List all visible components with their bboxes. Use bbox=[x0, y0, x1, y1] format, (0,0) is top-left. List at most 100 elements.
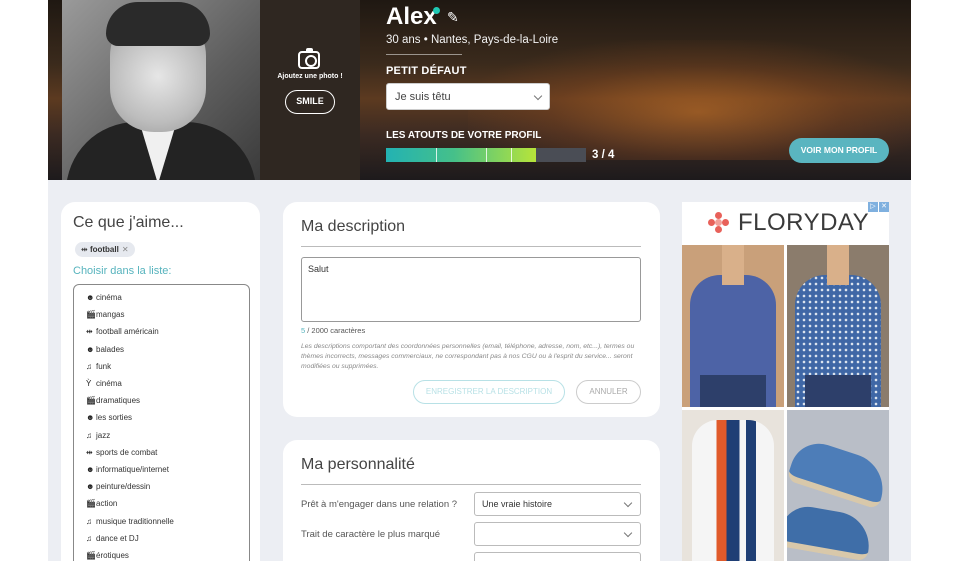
smile-button[interactable]: SMILE bbox=[285, 90, 335, 114]
profile-photo[interactable] bbox=[62, 0, 260, 180]
remove-tag-icon[interactable]: ✕ bbox=[122, 245, 129, 254]
music-note-icon: ♫ bbox=[86, 430, 92, 440]
list-item[interactable]: ☻ informatique/internet bbox=[86, 465, 169, 479]
profile-name: Alex bbox=[386, 3, 437, 30]
add-photo-panel: Ajoutez une photo ! SMILE bbox=[260, 0, 360, 180]
smiley-icon: ☻ bbox=[86, 344, 95, 354]
personality-title: Ma personnalité bbox=[301, 456, 415, 473]
char-count-limit: / 2000 caractères bbox=[305, 326, 366, 335]
dumbbell-icon: ⇹ bbox=[86, 447, 93, 457]
ad-image-blouse-1[interactable] bbox=[682, 245, 784, 407]
drink-icon: Ỳ bbox=[86, 379, 92, 388]
relationship-question-label: Prêt à m'engager dans une relation ? bbox=[301, 499, 458, 510]
relationship-select-value: Une vraie histoire bbox=[482, 499, 553, 509]
likes-list[interactable]: ☻ cinéma 🎬mangas ⇹ football américain ☻ balade… bbox=[73, 284, 250, 561]
clapper-icon: 🎬 bbox=[86, 310, 96, 320]
list-item[interactable]: ⇹ football américain bbox=[86, 327, 159, 341]
divider bbox=[386, 54, 462, 55]
defect-select-value: Je suis têtu bbox=[395, 91, 451, 103]
profile-banner: Ajoutez une photo ! SMILE Alex ✎ 30 ans … bbox=[48, 0, 911, 180]
list-item-label: mangas bbox=[96, 310, 125, 320]
divider bbox=[301, 246, 641, 247]
list-item[interactable]: ⇹ sports de combat bbox=[86, 448, 157, 462]
list-item-label: musique traditionnelle bbox=[96, 516, 174, 526]
selected-tag-football: ⇹ football ✕ bbox=[75, 242, 135, 257]
list-item[interactable]: ♫ dance et DJ bbox=[86, 534, 139, 548]
music-note-icon: ♫ bbox=[86, 361, 92, 371]
shoe-shape bbox=[787, 502, 875, 561]
smiley-icon: ☻ bbox=[86, 465, 95, 474]
add-photo-label[interactable]: Ajoutez une photo ! bbox=[260, 73, 360, 80]
ad-choices-icon[interactable]: ▷ bbox=[868, 202, 878, 212]
list-item-label: funk bbox=[96, 361, 112, 371]
camera-icon[interactable] bbox=[298, 48, 320, 69]
view-profile-button[interactable]: VOIR MON PROFIL bbox=[789, 138, 889, 163]
progress-tick bbox=[486, 148, 487, 162]
list-item-label: jazz bbox=[96, 430, 111, 440]
list-item[interactable]: ☻ les sorties bbox=[86, 413, 132, 427]
striped-shirt-shape bbox=[692, 420, 774, 561]
list-item-label: cinéma bbox=[96, 379, 122, 388]
ad-close-icon[interactable]: ✕ bbox=[879, 202, 889, 212]
ad-image-shoes[interactable] bbox=[787, 410, 889, 561]
list-item[interactable]: 🎬dramatiques bbox=[86, 396, 140, 410]
floryday-logo-icon bbox=[708, 212, 730, 234]
music-note-icon: ♫ bbox=[86, 533, 92, 543]
description-title: Ma description bbox=[301, 218, 406, 235]
list-item-label: peinture/dessin bbox=[96, 482, 151, 492]
character-trait-label: Trait de caractère le plus marqué bbox=[301, 529, 441, 540]
ad-image-striped-shirt[interactable] bbox=[682, 410, 784, 561]
list-item[interactable]: ♫ jazz bbox=[86, 431, 110, 445]
ad-image-blouse-2[interactable] bbox=[787, 245, 889, 407]
smiley-icon: ☻ bbox=[86, 413, 95, 423]
divider bbox=[301, 484, 641, 485]
pencil-icon[interactable]: ✎ bbox=[447, 10, 461, 24]
atouts-progress-bar bbox=[386, 148, 586, 162]
atouts-count: 3 / 4 bbox=[592, 149, 615, 161]
likes-title: Ce que j'aime... bbox=[73, 214, 184, 231]
ad-header: ▷ ✕ FLORYDAY bbox=[682, 202, 889, 245]
jeans-shape bbox=[700, 375, 766, 407]
neck-shape bbox=[827, 245, 849, 285]
list-item[interactable]: ☻ balades bbox=[86, 345, 124, 359]
list-item-label: sports de combat bbox=[96, 447, 158, 457]
relationship-select[interactable]: Une vraie histoire bbox=[474, 492, 641, 516]
dumbbell-icon: ⇹ bbox=[81, 245, 90, 254]
description-textarea[interactable]: Salut bbox=[301, 257, 641, 322]
list-item[interactable]: 🎬érotiques bbox=[86, 551, 129, 561]
list-item-label: action bbox=[96, 499, 118, 509]
list-item-label: cinéma bbox=[96, 293, 122, 302]
list-item[interactable]: ☻ cinéma bbox=[86, 293, 122, 307]
list-item[interactable]: ♫ musique traditionnelle bbox=[86, 517, 174, 531]
atouts-progress-fill bbox=[386, 148, 536, 162]
list-item[interactable]: 🎬mangas bbox=[86, 310, 124, 324]
list-item-label: érotiques bbox=[96, 551, 129, 560]
advertisement[interactable]: ▷ ✕ FLORYDAY bbox=[682, 202, 889, 561]
cancel-button[interactable]: ANNULER bbox=[576, 380, 641, 404]
list-item[interactable]: Ỳcinéma bbox=[86, 379, 122, 393]
ad-brand: FLORYDAY bbox=[738, 209, 870, 236]
chevron-down-icon bbox=[623, 528, 633, 538]
list-item-label: football américain bbox=[96, 327, 159, 337]
clapper-icon: 🎬 bbox=[86, 396, 96, 406]
list-item-label: balades bbox=[96, 344, 125, 354]
list-item-label: dance et DJ bbox=[96, 533, 139, 543]
list-item[interactable]: ♫ funk bbox=[86, 362, 111, 376]
progress-tick bbox=[436, 148, 437, 162]
smiley-icon: ☻ bbox=[86, 293, 95, 302]
progress-tick bbox=[511, 148, 512, 162]
clapper-icon: 🎬 bbox=[86, 551, 96, 560]
clapper-icon: 🎬 bbox=[86, 499, 96, 509]
list-item[interactable]: 🎬action bbox=[86, 499, 117, 513]
profile-subtitle: 30 ans • Nantes, Pays-de-la-Loire bbox=[386, 34, 559, 46]
save-description-button[interactable]: ENREGISTRER LA DESCRIPTION bbox=[413, 380, 565, 404]
list-item-label: informatique/internet bbox=[96, 465, 169, 474]
choose-label: Choisir dans la liste: bbox=[73, 265, 172, 277]
description-note: Les descriptions comportant des coordonn… bbox=[301, 343, 635, 370]
character-trait-select[interactable] bbox=[474, 522, 641, 546]
defect-select[interactable]: Je suis têtu bbox=[386, 83, 550, 110]
neck-shape bbox=[722, 245, 744, 285]
tag-label: football bbox=[89, 245, 119, 254]
personality-select-3[interactable] bbox=[474, 552, 641, 561]
list-item[interactable]: ☻ peinture/dessin bbox=[86, 482, 150, 496]
